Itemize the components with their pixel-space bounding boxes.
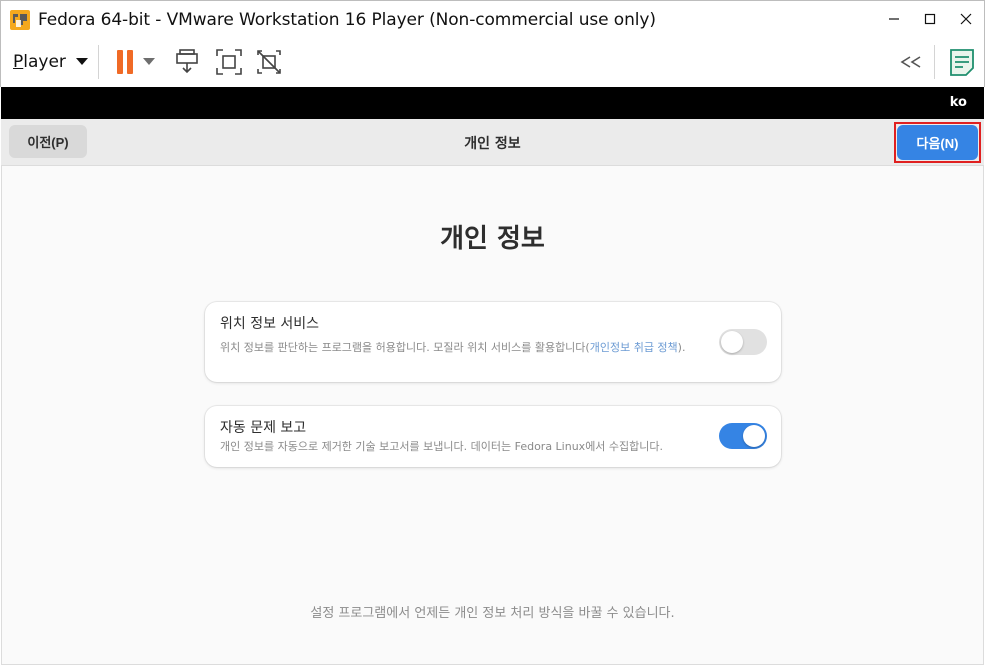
player-menu-button[interactable]: Player: [13, 50, 88, 74]
problem-reporting-description: 개인 정보를 자동으로 제거한 기술 보고서를 보냅니다. 데이터는 Fedor…: [220, 440, 664, 453]
privacy-policy-link[interactable]: 개인정보 취급 정책: [590, 341, 678, 354]
vmware-toolbar: Player: [0, 38, 985, 87]
unity-icon: [257, 50, 281, 74]
toolbar-divider: [934, 45, 935, 79]
location-services-description: 위치 정보를 판단하는 프로그램을 허용합니다. 모질라 위치 서비스를 활용합…: [220, 341, 686, 354]
collapse-toolbar-button[interactable]: [895, 47, 927, 77]
minimize-icon: [889, 18, 899, 20]
chevron-down-icon: [143, 58, 155, 65]
toggle-knob: [721, 331, 743, 353]
window-title-bar: Fedora 64-bit - VMware Workstation 16 Pl…: [0, 0, 985, 38]
toolbar-divider: [98, 45, 99, 79]
toggle-knob: [743, 425, 765, 447]
close-icon: [960, 13, 972, 25]
window-title: Fedora 64-bit - VMware Workstation 16 Pl…: [38, 10, 656, 30]
location-services-title: 위치 정보 서비스: [220, 316, 320, 332]
player-menu-label: Player: [13, 52, 66, 72]
problem-reporting-toggle[interactable]: [719, 423, 767, 449]
next-button[interactable]: 다음(N): [897, 125, 978, 160]
collapse-toolbar-icon: [900, 56, 921, 68]
full-screen-icon: [216, 49, 242, 75]
location-services-toggle[interactable]: [719, 329, 767, 355]
power-options-dropdown[interactable]: [140, 47, 158, 77]
minimize-button[interactable]: [877, 5, 911, 33]
footer-note: 설정 프로그램에서 언제든 개인 정보 처리 방식을 바꿀 수 있습니다.: [310, 606, 675, 621]
location-services-card: 위치 정보 서비스 위치 정보를 판단하는 프로그램을 허용합니다. 모질라 위…: [205, 302, 781, 382]
guest-top-bar: ko: [1, 87, 984, 119]
message-log-icon: [950, 49, 974, 76]
setup-header-bar: 이전(P) 개인 정보 다음(N): [1, 119, 984, 166]
pause-icon: [117, 50, 133, 74]
unity-button[interactable]: [253, 47, 285, 77]
pause-button[interactable]: [109, 47, 141, 77]
header-title: 개인 정보: [464, 136, 521, 152]
privacy-page: 개인 정보 위치 정보 서비스 위치 정보를 판단하는 프로그램을 허용합니다.…: [1, 166, 984, 665]
keyboard-layout-indicator[interactable]: ko: [950, 95, 967, 110]
caret-down-icon: [75, 58, 88, 65]
close-button[interactable]: [949, 5, 983, 33]
problem-reporting-title: 자동 문제 보고: [220, 420, 307, 436]
maximize-button[interactable]: [913, 5, 947, 33]
send-ctrl-alt-del-icon: [176, 49, 198, 74]
vmware-player-logo-icon: [10, 10, 30, 30]
full-screen-button[interactable]: [213, 47, 245, 77]
automatic-problem-reporting-card: 자동 문제 보고 개인 정보를 자동으로 제거한 기술 보고서를 보냅니다. 데…: [205, 406, 781, 467]
page-title: 개인 정보: [440, 224, 545, 254]
message-log-button[interactable]: [946, 47, 978, 77]
maximize-icon: [924, 13, 936, 25]
send-ctrl-alt-del-button[interactable]: [171, 47, 203, 77]
